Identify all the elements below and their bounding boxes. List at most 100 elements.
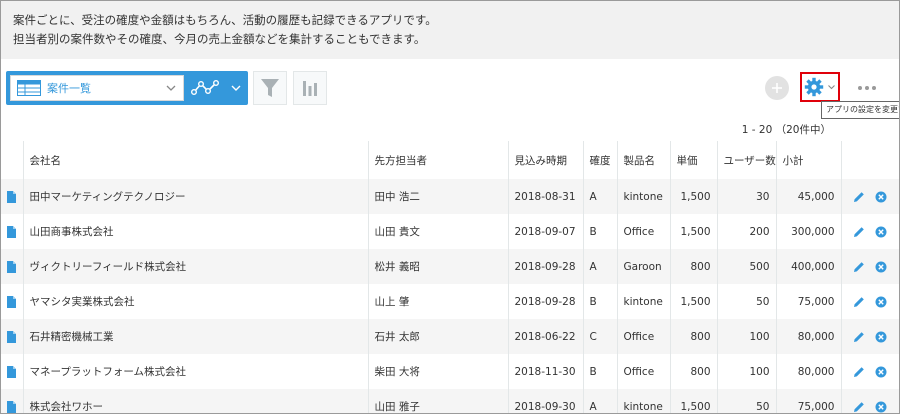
record-detail-link[interactable]	[1, 214, 24, 249]
edit-record-button[interactable]	[853, 261, 865, 273]
table-row: ヤマシタ実業株式会社 山上 肇 2018-09-28 Bkintone 1,500 50 7…	[1, 284, 899, 319]
document-icon	[7, 190, 17, 203]
chevron-down-icon	[231, 85, 241, 91]
document-icon	[7, 330, 17, 343]
pencil-icon	[854, 331, 865, 342]
table-cell: kintone	[617, 284, 671, 319]
pencil-icon	[854, 401, 865, 412]
table-cell: 75,000	[776, 284, 842, 319]
column-header[interactable]: 会社名	[23, 141, 369, 179]
add-record-button[interactable]	[765, 76, 789, 100]
table-cell: 1,500	[670, 389, 718, 413]
chart-button[interactable]	[293, 71, 327, 105]
records-body: 田中マーケティングテクノロジー 田中 浩二 2018-08-31 Akintone 1,…	[1, 179, 899, 413]
record-detail-link[interactable]	[1, 284, 24, 319]
records-table: 会社名 先方担当者 見込み時期 確度 製品名 単価 ユーザー数 小計 田中マーケ…	[1, 141, 899, 413]
column-header[interactable]: 先方担当者	[368, 141, 509, 179]
description-line-1: 案件ごとに、受注の確度や金額はもちろん、活動の履歴も記録できるアプリです。	[13, 13, 437, 27]
record-detail-link[interactable]	[1, 249, 24, 284]
table-cell: 2018-09-28	[508, 284, 584, 319]
table-cell: 1,500	[670, 214, 718, 249]
table-cell: 300,000	[776, 214, 842, 249]
table-cell: 山田商事株式会社	[23, 214, 369, 249]
settings-tooltip: アプリの設定を変更す	[821, 101, 899, 119]
table-cell: kintone	[617, 389, 671, 413]
table-cell: 2018-09-07	[508, 214, 584, 249]
table-cell: 田中 浩二	[368, 179, 509, 214]
table-cell: ヤマシタ実業株式会社	[23, 284, 369, 319]
table-cell: マネープラットフォーム株式会社	[23, 354, 369, 389]
column-header[interactable]: 見込み時期	[508, 141, 584, 179]
row-actions	[841, 354, 899, 389]
edit-record-button[interactable]	[853, 366, 865, 378]
column-header[interactable]: 製品名	[617, 141, 671, 179]
view-select[interactable]: 案件一覧	[10, 75, 184, 101]
delete-record-button[interactable]	[875, 226, 887, 238]
pencil-icon	[854, 191, 865, 202]
table-cell: 株式会社ワホー	[23, 389, 369, 413]
table-cell: A	[583, 389, 618, 413]
chevron-down-icon	[828, 85, 835, 90]
table-cell: 石井精密機械工業	[23, 319, 369, 354]
filter-button[interactable]	[253, 71, 287, 105]
edit-record-button[interactable]	[853, 191, 865, 203]
edit-record-button[interactable]	[853, 401, 865, 413]
table-cell: Office	[617, 354, 671, 389]
table-cell: 75,000	[776, 389, 842, 413]
column-header[interactable]: 小計	[776, 141, 842, 179]
app-settings-button[interactable]	[800, 72, 840, 102]
pencil-icon	[854, 366, 865, 377]
delete-record-button[interactable]	[875, 401, 887, 413]
row-actions	[841, 319, 899, 354]
table-cell: 松井 義昭	[368, 249, 509, 284]
app-description: 案件ごとに、受注の確度や金額はもちろん、活動の履歴も記録できるアプリです。 担当…	[1, 1, 899, 59]
delete-record-button[interactable]	[875, 331, 887, 343]
table-cell: 2018-06-22	[508, 319, 584, 354]
table-row: マネープラットフォーム株式会社 柴田 大将 2018-11-30 B Office 800…	[1, 354, 899, 389]
edit-record-button[interactable]	[853, 226, 865, 238]
view-selector-group: 案件一覧	[6, 71, 248, 105]
record-detail-link[interactable]	[1, 179, 24, 214]
delete-record-button[interactable]	[875, 191, 887, 203]
table-cell: 80,000	[776, 354, 842, 389]
delete-record-button[interactable]	[875, 296, 887, 308]
document-icon	[7, 225, 17, 238]
table-cell: ヴィクトリーフィールド株式会社	[23, 249, 369, 284]
pencil-icon	[854, 296, 865, 307]
delete-circle-icon	[875, 366, 887, 377]
delete-record-button[interactable]	[875, 261, 887, 273]
graph-view-button[interactable]	[186, 71, 248, 105]
table-cell: 30	[717, 179, 777, 214]
delete-circle-icon	[875, 331, 887, 342]
edit-record-button[interactable]	[853, 331, 865, 343]
ellipsis-icon	[858, 86, 876, 90]
column-header[interactable]: 単価	[670, 141, 718, 179]
table-cell: Garoon	[617, 249, 671, 284]
record-detail-link[interactable]	[1, 389, 24, 413]
table-cell: 800	[670, 319, 718, 354]
table-cell: C	[583, 319, 618, 354]
table-cell: 2018-11-30	[508, 354, 584, 389]
column-header[interactable]: ユーザー数	[717, 141, 777, 179]
list-view-icon	[17, 80, 41, 96]
gear-icon	[804, 77, 824, 97]
table-row: 株式会社ワホー 山田 雅子 2018-09-30 Akintone 1,500 50 75,…	[1, 389, 899, 413]
table-cell: A	[583, 179, 618, 214]
toolbar: 案件一覧 アプリの設定を変更す	[1, 59, 899, 119]
document-icon	[7, 365, 17, 378]
record-detail-link[interactable]	[1, 319, 24, 354]
table-cell: B	[583, 284, 618, 319]
table-cell: 800	[670, 354, 718, 389]
chevron-down-icon	[166, 85, 176, 91]
edit-record-button[interactable]	[853, 296, 865, 308]
pagination-info: 1 - 20 （20件中）	[741, 124, 831, 136]
delete-record-button[interactable]	[875, 366, 887, 378]
delete-circle-icon	[875, 226, 887, 237]
table-cell: 80,000	[776, 319, 842, 354]
delete-circle-icon	[875, 401, 887, 412]
more-options-button[interactable]	[855, 76, 879, 100]
table-cell: 50	[717, 284, 777, 319]
record-detail-link[interactable]	[1, 354, 24, 389]
table-cell: 柴田 大将	[368, 354, 509, 389]
column-header[interactable]: 確度	[583, 141, 618, 179]
